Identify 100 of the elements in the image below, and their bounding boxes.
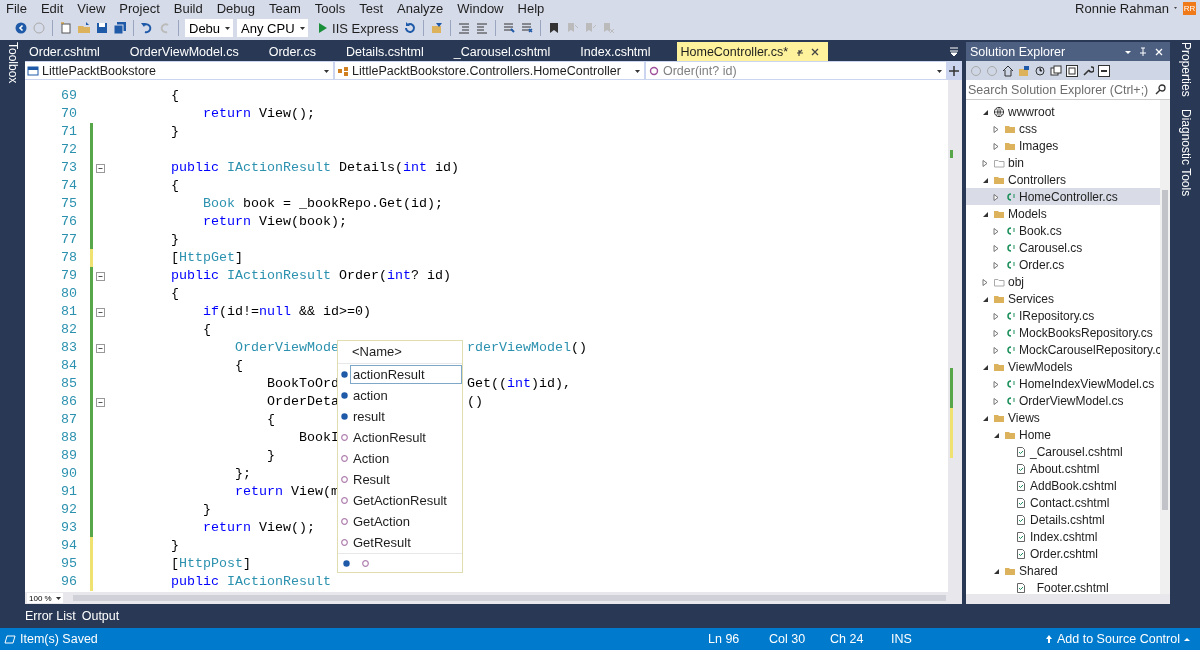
tree-item[interactable]: Carousel.cs: [966, 239, 1160, 256]
collapse-icon[interactable]: [96, 163, 105, 173]
tree-item[interactable]: IRepository.cs: [966, 307, 1160, 324]
search-field[interactable]: Search Solution Explorer (Ctrl+;): [966, 80, 1170, 100]
tree-item[interactable]: _Carousel.cshtml: [966, 443, 1160, 460]
tree-item[interactable]: Book.cs: [966, 222, 1160, 239]
comment-icon[interactable]: [501, 21, 516, 35]
completion-item[interactable]: Action: [338, 448, 462, 469]
home-icon[interactable]: [1002, 64, 1014, 77]
document-tab[interactable]: _Carousel.cshtml: [449, 42, 571, 61]
completion-item[interactable]: GetResult: [338, 532, 462, 553]
tree-item[interactable]: _Footer.cshtml: [966, 579, 1160, 594]
menu-item[interactable]: Debug: [216, 0, 255, 16]
uncomment-icon[interactable]: [519, 21, 534, 35]
tree-item[interactable]: Models: [966, 205, 1160, 222]
menu-item[interactable]: Build: [173, 0, 203, 16]
collapsed-arrow-icon[interactable]: [992, 243, 1000, 252]
type-dropdown[interactable]: LittlePacktBookstore.Controllers.HomeController: [335, 62, 644, 79]
document-tab[interactable]: Details.cshtml: [341, 42, 444, 61]
tree-item[interactable]: OrderViewModel.cs: [966, 392, 1160, 409]
run-button[interactable]: IIS Express: [316, 20, 399, 36]
collapsed-arrow-icon[interactable]: [992, 260, 1000, 269]
tree-item[interactable]: Home: [966, 426, 1160, 443]
tool-tab[interactable]: Output: [81, 609, 120, 623]
menu-item[interactable]: Project: [119, 0, 160, 16]
local-filter-icon[interactable]: [342, 558, 351, 568]
side-panel-tab[interactable]: Diagnostic Tools: [1178, 108, 1193, 196]
menu-item[interactable]: Tools: [314, 0, 346, 16]
tree-item[interactable]: Shared: [966, 562, 1160, 579]
toolbox-tab[interactable]: Toolbox: [5, 42, 20, 84]
member-dropdown[interactable]: Order(int? id): [645, 62, 946, 79]
show-all-files-icon[interactable]: [1066, 64, 1078, 77]
split-icon[interactable]: [948, 64, 960, 77]
pin-icon[interactable]: [1138, 46, 1148, 57]
tree-item[interactable]: bin: [966, 154, 1160, 171]
tree-item[interactable]: HomeIndexViewModel.cs: [966, 375, 1160, 392]
undo-icon[interactable]: [140, 21, 154, 35]
tree-item[interactable]: ViewModels: [966, 358, 1160, 375]
collapsed-arrow-icon[interactable]: [992, 141, 1000, 150]
preview-icon[interactable]: [1098, 64, 1110, 77]
refresh-icon[interactable]: [402, 21, 417, 35]
menu-item[interactable]: Team: [269, 0, 301, 16]
tab-list-icon[interactable]: [948, 45, 960, 57]
collapsed-arrow-icon[interactable]: [992, 311, 1000, 320]
tree-item[interactable]: obj: [966, 273, 1160, 290]
completion-item[interactable]: GetAction: [338, 511, 462, 532]
collapsed-arrow-icon[interactable]: [992, 226, 1000, 235]
collapse-all-icon[interactable]: [1050, 64, 1062, 77]
close-icon[interactable]: [1154, 46, 1164, 57]
tree-item[interactable]: MockBooksRepository.cs: [966, 324, 1160, 341]
save-all-icon[interactable]: [113, 21, 127, 35]
method-filter-icon[interactable]: [361, 558, 370, 568]
source-control-button[interactable]: Add to Source Control: [1045, 632, 1190, 646]
collapse-icon[interactable]: [96, 307, 105, 317]
tree-item[interactable]: Images: [966, 137, 1160, 154]
collapsed-arrow-icon[interactable]: [981, 277, 989, 286]
tree-item[interactable]: Order.cshtml: [966, 545, 1160, 562]
find-icon[interactable]: [429, 21, 444, 35]
tree-item[interactable]: Details.cshtml: [966, 511, 1160, 528]
back-icon[interactable]: [14, 21, 28, 35]
menu-item[interactable]: Analyze: [397, 0, 444, 16]
tree-item[interactable]: AddBook.cshtml: [966, 477, 1160, 494]
configuration-dropdown[interactable]: Debu: [185, 19, 234, 37]
completion-item[interactable]: GetActionResult: [338, 490, 462, 511]
menu-item[interactable]: Window: [457, 0, 504, 16]
side-panel-tab[interactable]: Properties: [1178, 42, 1193, 97]
tree-item[interactable]: Services: [966, 290, 1160, 307]
document-tab[interactable]: Index.cshtml: [576, 42, 671, 61]
horizontal-scrollbar[interactable]: [72, 595, 946, 601]
collapse-icon[interactable]: [96, 271, 105, 281]
menu-item[interactable]: File: [6, 0, 27, 16]
scrollbar[interactable]: [948, 80, 962, 592]
completion-item[interactable]: result: [338, 406, 462, 427]
tool-tab[interactable]: Error List: [25, 609, 76, 623]
collapsed-arrow-icon[interactable]: [992, 192, 1000, 201]
collapsed-arrow-icon[interactable]: [992, 396, 1000, 405]
tree-item[interactable]: Contact.cshtml: [966, 494, 1160, 511]
document-tab[interactable]: OrderViewModel.cs: [125, 42, 259, 61]
solution-folder-icon[interactable]: [1018, 64, 1030, 77]
outdent-icon[interactable]: [474, 21, 489, 35]
collapsed-arrow-icon[interactable]: [992, 379, 1000, 388]
history-icon[interactable]: [1034, 64, 1046, 77]
tree-item[interactable]: Views: [966, 409, 1160, 426]
caret-icon[interactable]: [1173, 4, 1179, 12]
new-project-icon[interactable]: [59, 21, 73, 35]
platform-dropdown[interactable]: Any CPU: [237, 19, 309, 37]
tree-item[interactable]: HomeController.cs: [966, 188, 1160, 205]
indent-icon[interactable]: [456, 21, 471, 35]
collapse-icon[interactable]: [96, 343, 105, 353]
save-icon[interactable]: [95, 21, 109, 35]
menu-item[interactable]: Help: [517, 0, 545, 16]
collapsed-arrow-icon[interactable]: [992, 345, 1000, 354]
tree-item[interactable]: MockCarouselRepository.c: [966, 341, 1160, 358]
completion-item[interactable]: Result: [338, 469, 462, 490]
tree-item[interactable]: Index.cshtml: [966, 528, 1160, 545]
tree-item[interactable]: Controllers: [966, 171, 1160, 188]
document-tab[interactable]: Order.cs: [264, 42, 336, 61]
tree-item[interactable]: wwwroot: [966, 103, 1160, 120]
completion-item[interactable]: ActionResult: [338, 427, 462, 448]
menu-item[interactable]: Edit: [40, 0, 64, 16]
